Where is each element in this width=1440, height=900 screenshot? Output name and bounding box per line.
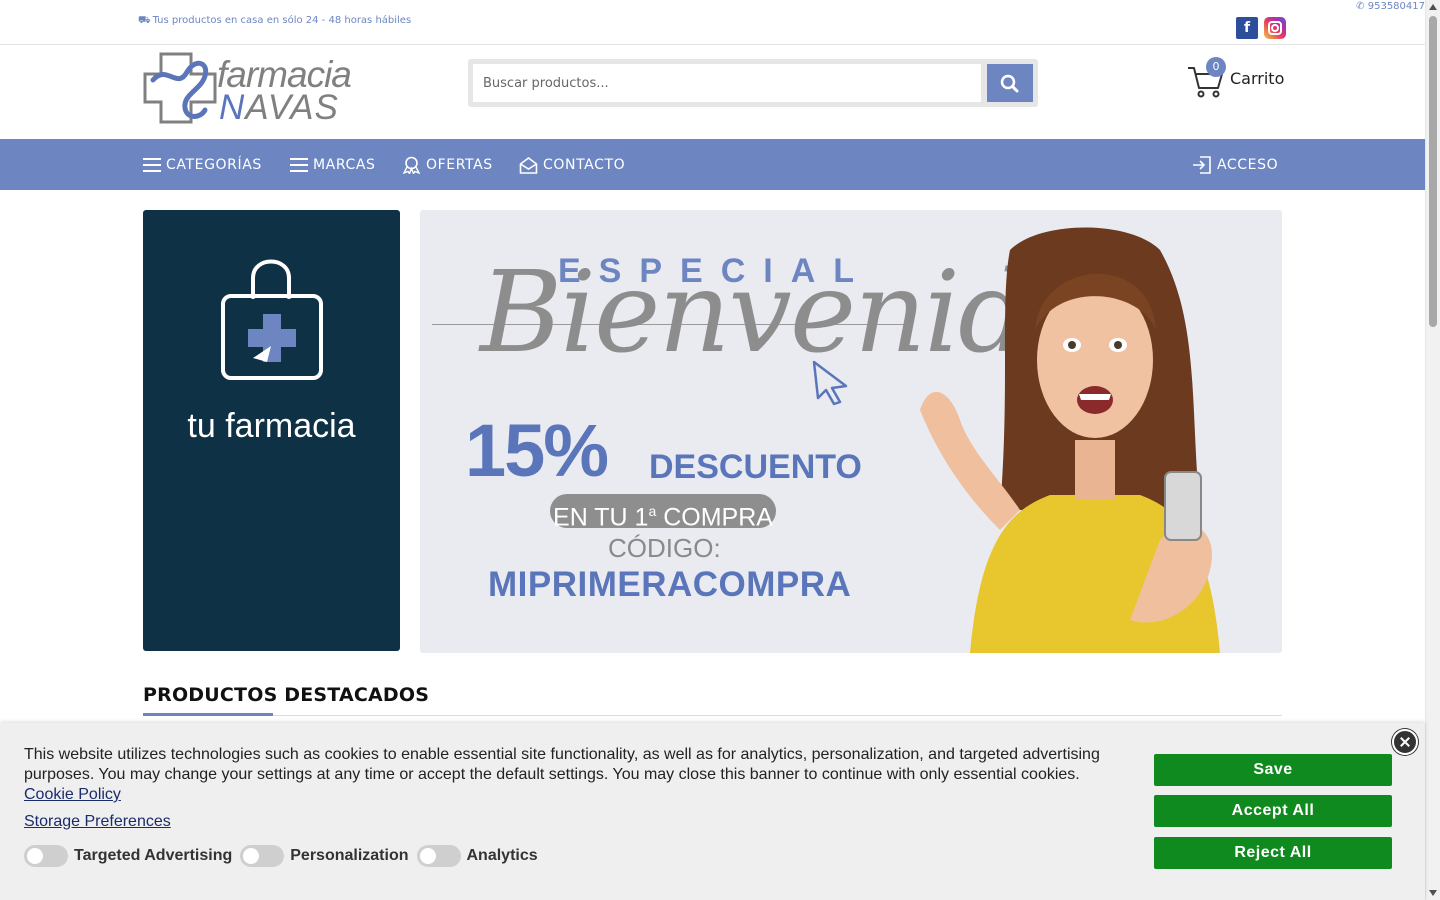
phone-text: 953580417: [1367, 1, 1425, 12]
sign-in-icon: [1193, 155, 1211, 174]
nav-ofertas-label: OFERTAS: [426, 156, 493, 173]
storage-preferences: Storage Preferences: [24, 813, 171, 831]
cookie-consent-banner: This website utilizes technologies such …: [0, 723, 1425, 900]
nav-ofertas[interactable]: OFERTAS: [402, 139, 493, 190]
menu-icon: [290, 157, 308, 172]
shipping-text: Tus productos en casa en sólo 24 - 48 ho…: [152, 15, 412, 26]
page-scrollbar[interactable]: [1425, 0, 1440, 900]
nav-categorias[interactable]: CATEGORÍAS: [143, 139, 262, 190]
analytics-label: Analytics: [466, 847, 538, 864]
scrollbar-thumb[interactable]: [1429, 16, 1437, 327]
personalization-toggle[interactable]: [240, 845, 285, 867]
top-bar: ⛟ Tus productos en casa en sólo 24 - 48 h…: [0, 0, 1425, 45]
search-input[interactable]: [473, 64, 981, 102]
welcome-promo-banner[interactable]: ESPECIAL Bienvenida 15% DESCUENTO EN TU …: [420, 210, 1282, 653]
menu-icon: [143, 157, 161, 172]
reject-all-button[interactable]: Reject All: [1154, 837, 1392, 869]
tu-farmacia-text: tu farmacia: [187, 407, 356, 445]
tu-farmacia-banner[interactable]: tu farmacia: [143, 210, 400, 651]
shipping-notice: ⛟ Tus productos en casa en sólo 24 - 48 h…: [138, 15, 411, 28]
logo-word-navas: NAVAS: [219, 88, 339, 127]
promo-code-label: CÓDIGO:: [608, 533, 721, 563]
storage-preferences-link[interactable]: Storage Preferences: [24, 813, 171, 830]
facebook-icon[interactable]: f: [1236, 17, 1258, 39]
scroll-up-arrow[interactable]: [1429, 4, 1437, 10]
award-icon: [402, 156, 421, 174]
save-button[interactable]: Save: [1154, 754, 1392, 786]
targeted-advertising-toggle[interactable]: [24, 845, 68, 867]
cookie-message: This website utilizes technologies such …: [24, 745, 1114, 805]
smiling-woman-image: [920, 227, 1220, 653]
search-icon: [1000, 74, 1019, 93]
cart-count-badge: 0: [1206, 57, 1226, 77]
promo-code: MIPRIMERACOMPRA: [488, 565, 852, 604]
cookie-message-text: This website utilizes technologies such …: [24, 746, 1100, 783]
nav-contacto-label: CONTACTO: [543, 156, 626, 173]
close-icon[interactable]: [1392, 729, 1418, 755]
promo-percent: 15%: [465, 409, 609, 492]
nav-marcas[interactable]: MARCAS: [290, 139, 376, 190]
instagram-icon[interactable]: [1264, 17, 1286, 39]
envelope-open-icon: [519, 156, 538, 174]
personalization-label: Personalization: [290, 847, 409, 864]
nav-contacto[interactable]: CONTACTO: [519, 139, 625, 190]
section-divider: [143, 715, 1282, 716]
featured-products-title: PRODUCTOS DESTACADOS: [143, 684, 430, 706]
promo-descuento: DESCUENTO: [649, 448, 862, 486]
section-accent-bar: [143, 713, 273, 716]
phone-number[interactable]: ✆ 953580417: [136, 1, 1425, 12]
nav-acceso[interactable]: ACCESO: [1192, 139, 1278, 190]
shopping-bag-cross-icon: [221, 259, 323, 380]
social-links: f: [1236, 17, 1286, 39]
cart-label: Carrito: [1230, 69, 1285, 88]
promo-first-purchase: EN TU 1a COMPRA: [550, 494, 776, 531]
search-bar: [468, 59, 1038, 107]
analytics-toggle[interactable]: [416, 845, 461, 867]
nav-acceso-label: ACCESO: [1217, 156, 1279, 173]
nav-marcas-label: MARCAS: [313, 156, 376, 173]
scroll-down-arrow[interactable]: [1429, 890, 1437, 896]
nav-categorias-label: CATEGORÍAS: [166, 156, 262, 173]
cookie-policy-link[interactable]: Cookie Policy: [24, 786, 121, 803]
phone-icon: ✆: [1356, 1, 1365, 12]
truck-icon: ⛟: [138, 15, 151, 26]
search-button[interactable]: [987, 64, 1033, 102]
targeted-advertising-label: Targeted Advertising: [74, 847, 233, 864]
accept-all-button[interactable]: Accept All: [1154, 795, 1392, 827]
pharmacy-cross-icon: [143, 52, 217, 124]
main-nav: CATEGORÍAS MARCAS OFERTAS CONTACTO ACCES…: [0, 139, 1425, 190]
site-logo[interactable]: farmacia NAVAS: [143, 50, 352, 127]
cart-button[interactable]: 0 Carrito: [1186, 57, 1286, 100]
cursor-arrow-icon: [812, 360, 848, 406]
cookie-toggles: Targeted Advertising Personalization Ana…: [24, 845, 546, 867]
